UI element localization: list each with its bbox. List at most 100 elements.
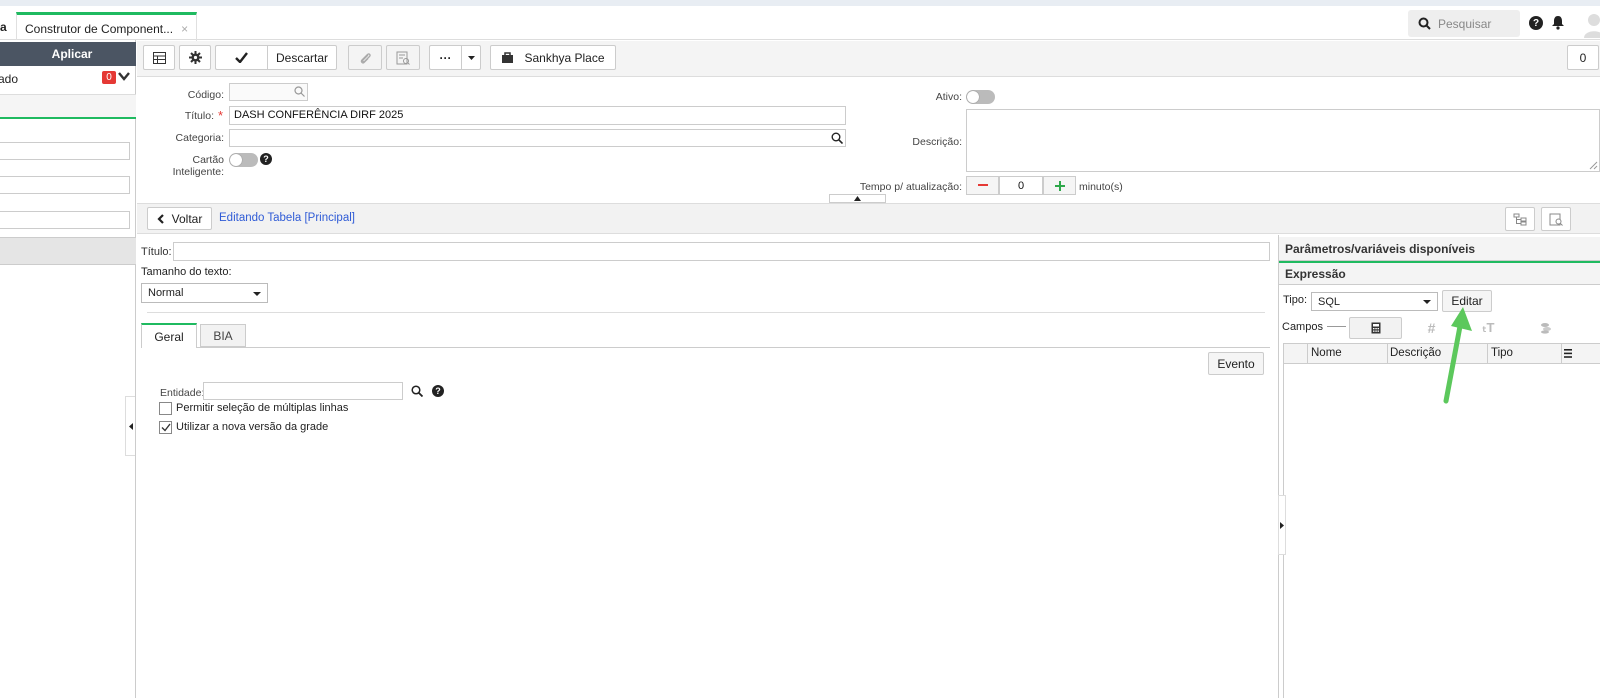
tab-construtor-componentes[interactable]: Construtor de Component... × [16, 12, 198, 42]
column-header-descricao[interactable]: Descrição [1390, 347, 1441, 359]
help-icon[interactable]: ? [1529, 16, 1543, 30]
confirm-button[interactable] [215, 45, 267, 70]
left-filter-input-2[interactable] [0, 176, 130, 194]
column-divider [1307, 344, 1308, 363]
search-icon[interactable] [411, 385, 423, 397]
collapse-header-button[interactable] [829, 194, 886, 203]
preview-icon [1549, 213, 1563, 226]
calculator-button[interactable] [1349, 317, 1402, 339]
calculator-icon [1371, 322, 1381, 334]
categoria-field[interactable] [229, 129, 846, 147]
column-divider [1561, 344, 1562, 363]
tempo-atualizacao-label: Tempo p/ atualização: [859, 181, 962, 193]
left-section-header [0, 94, 136, 119]
record-counter: 0 [1567, 45, 1599, 70]
resize-handle-icon[interactable] [1589, 161, 1598, 170]
sankhya-place-icon [501, 51, 514, 64]
editor-nav-bar: Voltar Editando Tabela [Principal] [137, 203, 1600, 234]
table-icon [152, 51, 166, 64]
tipo-label: Tipo: [1283, 294, 1308, 306]
column-menu-icon[interactable] [1564, 349, 1572, 358]
search-icon[interactable] [294, 86, 305, 97]
report-icon [396, 51, 410, 65]
report-button[interactable] [386, 45, 420, 70]
expression-panel: Parâmetros/variáveis disponíveis Express… [1278, 235, 1600, 698]
chevron-left-icon [157, 213, 164, 224]
bell-icon[interactable] [1551, 15, 1565, 30]
entidade-input[interactable] [203, 382, 403, 400]
tab-geral[interactable]: Geral [141, 323, 197, 348]
left-filter-panel: Aplicar ado 0 [0, 40, 136, 698]
caret-down-icon [467, 55, 475, 60]
filter-count-badge: 0 [102, 71, 116, 84]
filter-row[interactable]: ado 0 [0, 68, 136, 90]
discard-button[interactable]: Descartar [267, 45, 337, 70]
tamanho-value: Normal [148, 287, 184, 299]
more-options-button[interactable]: ··· [429, 45, 461, 70]
caret-down-icon [1423, 300, 1431, 304]
descricao-textarea[interactable] [966, 109, 1600, 172]
column-divider [1487, 344, 1488, 363]
titulo-label: Título: [184, 110, 214, 122]
sankhya-place-button[interactable]: Sankhya Place [490, 45, 616, 70]
caret-up-icon [854, 196, 861, 201]
categoria-label: Categoria: [175, 132, 224, 144]
tab-bia[interactable]: BIA [200, 324, 246, 347]
tab-previous[interactable]: a [0, 12, 7, 42]
column-header-tipo[interactable]: Tipo [1491, 347, 1513, 359]
grid-view-button[interactable] [143, 45, 175, 70]
checkmark-icon [161, 423, 171, 432]
avatar[interactable] [1582, 12, 1600, 38]
column-divider [1387, 344, 1388, 363]
main-toolbar: Descartar ··· Sankhya Place 0 [137, 41, 1600, 77]
tipo-select[interactable]: SQL [1311, 292, 1438, 311]
campos-divider [1327, 326, 1346, 327]
params-header[interactable]: Parâmetros/variáveis disponíveis [1279, 237, 1600, 261]
search-icon[interactable] [831, 132, 843, 144]
codigo-field[interactable] [229, 83, 308, 101]
tamanho-select[interactable]: Normal [141, 283, 268, 303]
back-button[interactable]: Voltar [147, 207, 212, 230]
editor-titulo-input[interactable] [173, 242, 1270, 261]
structure-button[interactable] [1505, 207, 1535, 231]
left-filter-input-1[interactable] [0, 142, 130, 160]
column-header-nome[interactable]: Nome [1311, 347, 1342, 359]
apply-button[interactable]: Aplicar [0, 42, 136, 66]
settings-button[interactable] [179, 45, 211, 70]
tempo-decrement-button[interactable] [966, 176, 999, 195]
tab-close-icon[interactable]: × [181, 22, 188, 36]
help-icon[interactable]: ? [432, 385, 444, 397]
tempo-input[interactable]: 0 [999, 176, 1043, 195]
new-grid-checkbox[interactable] [159, 421, 172, 434]
help-icon[interactable]: ? [260, 153, 272, 165]
more-options-dropdown[interactable] [461, 45, 481, 70]
caret-left-icon [128, 422, 133, 430]
multi-select-label: Permitir seleção de múltiplas linhas [176, 402, 349, 414]
codigo-label: Código: [187, 89, 224, 101]
required-mark: * [218, 108, 224, 123]
hierarchy-icon [1513, 213, 1527, 226]
chevron-down-icon[interactable] [118, 71, 130, 81]
coins-icon[interactable] [1519, 317, 1572, 339]
left-filter-input-3[interactable] [0, 211, 130, 229]
collapse-left-handle[interactable] [125, 396, 135, 456]
ativo-toggle[interactable] [966, 90, 995, 104]
collapse-right-handle[interactable] [1278, 495, 1286, 555]
tempo-increment-button[interactable] [1043, 176, 1076, 195]
search-input[interactable]: Pesquisar [1408, 10, 1520, 37]
cartao-inteligente-toggle[interactable] [229, 153, 258, 167]
filter-label: ado [0, 72, 19, 86]
multi-select-checkbox[interactable] [159, 402, 172, 415]
attach-button[interactable] [348, 45, 382, 70]
expression-header[interactable]: Expressão [1279, 261, 1600, 285]
titulo-input[interactable]: DASH CONFERÊNCIA DIRF 2025 [229, 106, 846, 125]
check-icon [235, 52, 248, 63]
caret-right-icon [1280, 521, 1284, 529]
preview-button[interactable] [1541, 207, 1571, 231]
search-icon [1418, 17, 1431, 30]
evento-button[interactable]: Evento [1208, 352, 1264, 375]
tamanho-label: Tamanho do texto: [141, 266, 232, 278]
tab-previous-label: a [0, 20, 7, 34]
tab-active-label: Construtor de Component... [25, 21, 174, 36]
tab-strip-line [141, 347, 1270, 348]
